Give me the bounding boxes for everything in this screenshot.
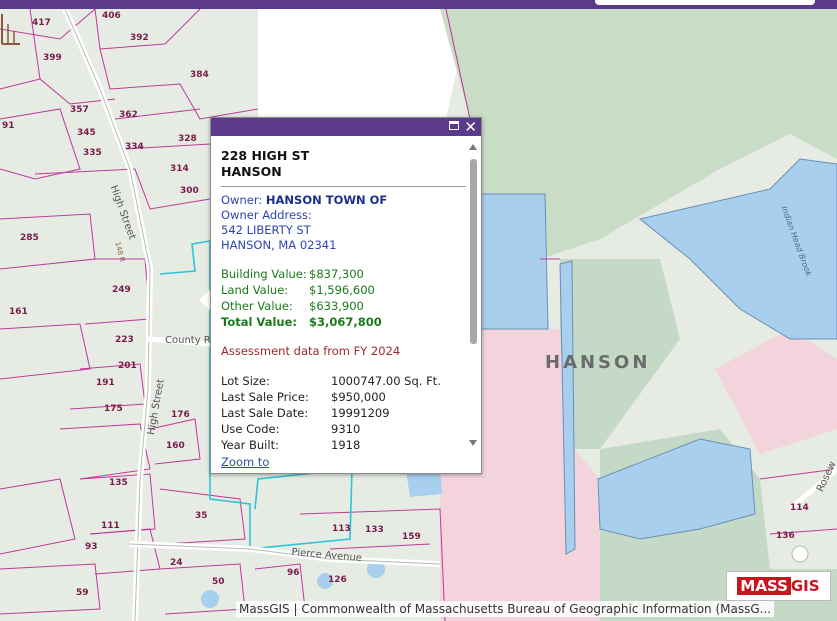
parcel-label: 357: [70, 105, 89, 115]
scroll-thumb[interactable]: [470, 159, 477, 344]
popup-pointer: [199, 290, 210, 310]
parcel-label: 345: [77, 128, 96, 138]
ruler-icon: [1, 14, 20, 45]
value-label: Building Value:: [221, 267, 307, 281]
town-label: HANSON: [545, 352, 651, 373]
search-input[interactable]: [595, 0, 815, 5]
parcel-label: 328: [178, 134, 197, 144]
parcel-label: 300: [180, 186, 199, 196]
detail-value: 1918: [331, 438, 361, 452]
parcel-label: 96: [287, 568, 300, 578]
parcel-label: 175: [104, 404, 123, 414]
parcel-label: 126: [328, 575, 347, 585]
scroll-down-icon[interactable]: [469, 440, 477, 446]
divider: [221, 186, 466, 187]
other-value-row: Other Value: $633,900: [221, 298, 466, 314]
popup-header: ✕: [211, 118, 481, 136]
owner-address-line-2: HANSON, MA 02341: [221, 238, 337, 252]
detail-label: Last Sale Date:: [221, 406, 309, 420]
parcel-label: 59: [76, 588, 89, 598]
address-line-1: 228 HIGH ST: [221, 148, 310, 163]
detail-label: Use Code:: [221, 422, 280, 436]
parcel-label: 113: [332, 524, 351, 534]
parcel-label: 133: [365, 525, 384, 535]
building-value-row: Building Value: $837,300: [221, 266, 466, 282]
details-table: Lot Size: 1000747.00 Sq. Ft. Last Sale Pr…: [221, 373, 466, 453]
parcel-label: 160: [166, 441, 185, 451]
map-attribution: MassGIS | Commonwealth of Massachusetts …: [236, 601, 775, 617]
massgis-logo[interactable]: MASS GIS: [726, 571, 831, 601]
parcel-label: 176: [171, 410, 190, 420]
value-amount: $633,900: [309, 299, 364, 313]
detail-row: Year Built: 1918: [221, 437, 466, 453]
popup-content: 228 HIGH ST HANSON Owner: HANSON TOWN OF…: [221, 148, 466, 453]
detail-value: 1000747.00 Sq. Ft.: [331, 374, 441, 388]
zoom-to-link[interactable]: Zoom to: [221, 455, 269, 469]
owner-address-line-1: 542 LIBERTY ST: [221, 223, 311, 237]
parcel-info-popup: ✕ 228 HIGH ST HANSON Owner: HANSON TOWN …: [210, 117, 482, 474]
logo-mass: MASS: [737, 577, 791, 595]
parcel-label: 35: [195, 511, 208, 521]
values-table: Building Value: $837,300 Land Value: $1,59…: [221, 266, 466, 330]
parcel-label: 136: [776, 531, 795, 541]
detail-row: Use Code: 9310: [221, 421, 466, 437]
detail-value: 9310: [331, 422, 361, 436]
detail-row: Lot Size: 1000747.00 Sq. Ft.: [221, 373, 466, 389]
detail-value: 19991209: [331, 406, 390, 420]
parcel-label: 406: [102, 11, 121, 21]
address-line-2: HANSON: [221, 164, 282, 179]
owner-address-label: Owner Address:: [221, 208, 312, 222]
parcel-label: 201: [118, 361, 137, 371]
parcel-label: 384: [190, 70, 209, 80]
parcel-label: 417: [32, 18, 51, 28]
owner-name: HANSON TOWN OF: [265, 193, 388, 207]
maximize-icon[interactable]: [449, 121, 459, 130]
total-value-row: Total Value: $3,067,800: [221, 314, 466, 330]
value-amount: $837,300: [309, 267, 364, 281]
parcel-label: 334: [125, 142, 144, 152]
parcel-label: 111: [101, 521, 120, 531]
parcel-label: 249: [112, 285, 131, 295]
parcel-label: 191: [96, 378, 115, 388]
parcel-label: 285: [20, 233, 39, 243]
detail-label: Last Sale Price:: [221, 390, 309, 404]
parcel-label: 161: [9, 307, 28, 317]
parcel-label: 50: [212, 577, 225, 587]
parcel-label: 362: [119, 110, 138, 120]
parcel-label: 93: [85, 542, 98, 552]
parcel-label: 159: [402, 532, 421, 542]
detail-label: Lot Size:: [221, 374, 270, 388]
value-label: Other Value:: [221, 299, 293, 313]
detail-row: Last Sale Date: 19991209: [221, 405, 466, 421]
value-label: Land Value:: [221, 283, 289, 297]
detail-row: Last Sale Price: $950,000: [221, 389, 466, 405]
parcel-label: 135: [109, 478, 128, 488]
parcel-label: 399: [43, 53, 62, 63]
popup-scrollbar[interactable]: [469, 144, 478, 446]
close-icon[interactable]: ✕: [464, 118, 477, 136]
value-label: Total Value:: [221, 315, 297, 329]
detail-value: $950,000: [331, 390, 386, 404]
assessment-note: Assessment data from FY 2024: [221, 344, 401, 358]
scroll-up-icon[interactable]: [469, 144, 477, 150]
parcel-label: 114: [790, 503, 809, 513]
value-amount: $1,596,600: [309, 283, 375, 297]
logo-gis: GIS: [790, 577, 820, 595]
owner-row: Owner: HANSON TOWN OF: [221, 193, 466, 208]
parcel-label: 24: [170, 558, 183, 568]
parcel-label: 314: [170, 164, 189, 174]
parcel-label: 91: [2, 121, 15, 131]
parcel-label: 335: [83, 148, 102, 158]
owner-label: Owner:: [221, 193, 263, 207]
detail-label: Year Built:: [221, 438, 279, 452]
parcel-label: 223: [115, 335, 134, 345]
top-header-bar: [0, 0, 837, 9]
land-value-row: Land Value: $1,596,600: [221, 282, 466, 298]
parcel-label: 392: [130, 33, 149, 43]
value-amount: $3,067,800: [309, 315, 382, 329]
